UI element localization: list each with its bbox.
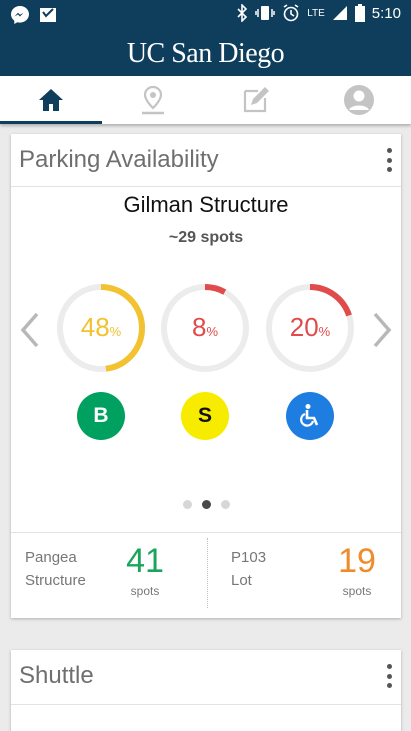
shuttle-more-icon[interactable] <box>383 664 395 688</box>
tab-map[interactable] <box>102 76 204 124</box>
page-dot[interactable] <box>220 500 230 509</box>
summary-count: 41 <box>126 542 164 580</box>
app-title: UC San Diego <box>126 38 285 69</box>
permit-badge-b: B <box>77 392 125 440</box>
summary-pangea[interactable]: Pangea Structure 41 spots <box>25 542 195 602</box>
divider <box>11 704 401 705</box>
gauge-s: 8% <box>159 282 251 374</box>
structure-name: Gilman Structure <box>123 192 289 217</box>
gauge-percent: 48% <box>80 312 122 342</box>
map-pin-icon <box>142 85 164 115</box>
parking-card-title: Parking Availability <box>19 146 219 173</box>
home-icon <box>39 89 63 111</box>
parking-card: Parking Availability Gilman Structure ~2… <box>11 134 401 618</box>
divider <box>11 532 401 533</box>
page-indicator <box>11 500 401 509</box>
summary-name: Pangea Structure <box>25 549 86 589</box>
gauge-percent: 20% <box>289 312 331 342</box>
page-dot[interactable] <box>182 500 192 509</box>
tab-edit[interactable] <box>205 76 307 124</box>
tab-bar <box>0 76 411 124</box>
summary-name: P103 Lot <box>231 549 267 589</box>
messenger-icon <box>11 6 29 24</box>
status-bar: LTE 5:10 <box>0 0 411 30</box>
summary-unit: spots <box>130 584 160 598</box>
shuttle-card-title: Shuttle <box>19 662 94 689</box>
summary-count: 19 <box>338 542 376 580</box>
summary-separator <box>207 538 208 608</box>
gauge-accessible: 20% <box>264 282 356 374</box>
parking-more-icon[interactable] <box>383 148 395 172</box>
divider <box>11 186 401 187</box>
network-label: LTE <box>307 7 325 19</box>
tab-profile[interactable] <box>308 76 410 124</box>
signal-icon <box>332 6 347 20</box>
structure-spots: ~29 spots <box>168 229 244 246</box>
shuttle-card: Shuttle <box>11 650 401 731</box>
status-time: 5:10 <box>371 4 401 22</box>
tab-home[interactable] <box>0 76 102 124</box>
bluetooth-icon <box>237 4 248 22</box>
summary-unit: spots <box>342 584 372 598</box>
chevron-left-icon[interactable] <box>17 310 45 350</box>
permit-badge-s: S <box>181 392 229 440</box>
gauge-percent: 8% <box>191 312 219 342</box>
profile-icon <box>344 85 374 115</box>
summary-p103[interactable]: P103 Lot 19 spots <box>231 542 391 602</box>
chevron-right-icon[interactable] <box>367 310 395 350</box>
app-header: UC San Diego <box>0 30 411 76</box>
alarm-icon <box>283 4 299 22</box>
gauge-b: 48% <box>55 282 147 374</box>
inbox-icon <box>40 8 56 22</box>
edit-icon <box>243 87 269 113</box>
page-dot[interactable] <box>201 500 211 509</box>
battery-icon <box>354 4 365 22</box>
vibrate-icon <box>255 6 275 20</box>
accessible-icon <box>286 392 334 440</box>
